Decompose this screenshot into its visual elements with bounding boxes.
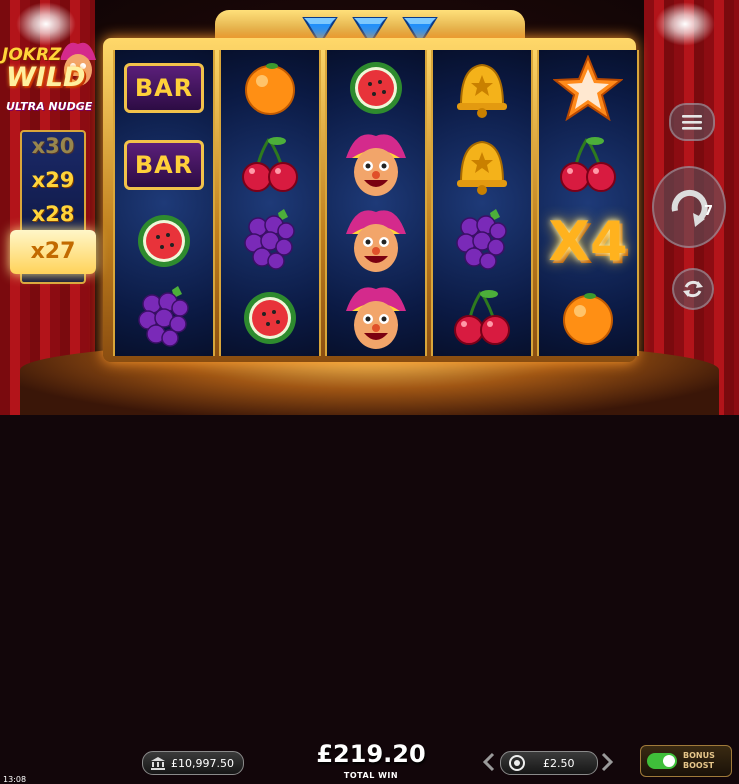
active-multiplier-value: x27 <box>30 239 76 264</box>
grapes-symbol <box>433 204 531 279</box>
bank-icon <box>151 756 165 770</box>
bet-display[interactable]: £2.50 <box>500 751 598 775</box>
jester-icon <box>346 287 406 349</box>
x4-label: X4 <box>548 209 628 273</box>
bar-symbol: BAR <box>115 51 213 126</box>
reel-3 <box>325 50 427 356</box>
grapes-icon <box>456 209 507 270</box>
bell-symbol <box>433 127 531 202</box>
chevron-right-icon[interactable] <box>600 752 614 772</box>
cherries-symbol <box>433 280 531 355</box>
reel-grid: BAR BAR X4 <box>113 50 639 356</box>
watermelon-icon <box>244 291 296 344</box>
bell-icon <box>457 64 507 119</box>
orange-symbol <box>539 280 637 355</box>
jester-wild-symbol <box>327 280 425 355</box>
reel-4 <box>431 50 533 356</box>
cherries-symbol <box>221 127 319 202</box>
active-multiplier: x27 <box>10 230 96 274</box>
logo-wild: WILD <box>6 62 86 93</box>
hamburger-menu-icon <box>682 115 702 130</box>
bonus-boost-line1: BONUS <box>683 751 715 760</box>
multiplier-value: x30 <box>31 134 75 158</box>
x4-multiplier-symbol: X4 <box>539 204 637 279</box>
jester-icon <box>346 210 406 273</box>
orange-icon <box>563 292 613 345</box>
bar-label: BAR <box>124 63 204 114</box>
bonus-boost-line2: BOOST <box>683 761 714 770</box>
cherries-icon <box>454 289 510 345</box>
balance-display: £10,997.50 <box>142 751 244 775</box>
balance-value: £10,997.50 <box>171 756 234 770</box>
reel-2 <box>219 50 321 356</box>
watermelon-symbol <box>115 204 213 279</box>
bell-symbol <box>433 51 531 126</box>
bar-label: BAR <box>124 139 204 190</box>
orange-icon <box>245 63 295 116</box>
watermelon-icon <box>350 62 402 115</box>
orange-symbol <box>221 51 319 126</box>
spin-button[interactable]: 7 <box>652 166 726 248</box>
chip-icon <box>509 755 525 771</box>
grapes-symbol <box>221 204 319 279</box>
total-win-label: TOTAL WIN <box>343 771 399 780</box>
watermelon-icon <box>138 215 190 268</box>
bonus-boost-toggle[interactable]: BONUS BOOST <box>640 745 732 777</box>
toggle-switch[interactable] <box>647 753 677 769</box>
grapes-symbol <box>115 280 213 355</box>
bell-icon <box>457 140 507 195</box>
grapes-icon <box>244 209 295 270</box>
toggle-knob <box>663 755 675 767</box>
grapes-icon <box>138 285 189 347</box>
cherries-symbol <box>539 127 637 202</box>
menu-button[interactable] <box>669 103 715 141</box>
jester-wild-symbol <box>327 204 425 279</box>
watermelon-symbol <box>327 51 425 126</box>
reel-5: X4 <box>537 50 639 356</box>
bar-symbol: BAR <box>115 127 213 202</box>
autoplay-count: 7 <box>704 204 714 219</box>
chevron-left-icon[interactable] <box>482 752 496 772</box>
jester-wild-symbol <box>327 127 425 202</box>
autoplay-arrows-icon <box>683 280 703 298</box>
jester-icon <box>346 134 406 196</box>
cherries-icon <box>242 136 298 192</box>
clock: 13:08 <box>3 775 27 784</box>
multiplier-value: x28 <box>31 202 75 226</box>
bottom-bar: 13:08 £10,997.50 £219.20 TOTAL WIN £2.50… <box>0 371 739 784</box>
watermelon-symbol <box>221 280 319 355</box>
reel-1: BAR BAR <box>113 50 215 356</box>
cherries-icon <box>560 136 616 192</box>
bonus-boost-label: BONUS BOOST <box>683 751 715 771</box>
multiplier-value: x29 <box>31 168 75 192</box>
autoplay-button[interactable] <box>672 268 714 310</box>
logo-ultra-nudge: ULTRA NUDGE <box>6 100 93 113</box>
star-symbol <box>539 51 637 126</box>
total-win-value: £219.20 <box>316 740 426 768</box>
bet-value: £2.50 <box>543 756 575 770</box>
star-icon <box>553 55 623 122</box>
spotlight-right <box>655 2 715 46</box>
